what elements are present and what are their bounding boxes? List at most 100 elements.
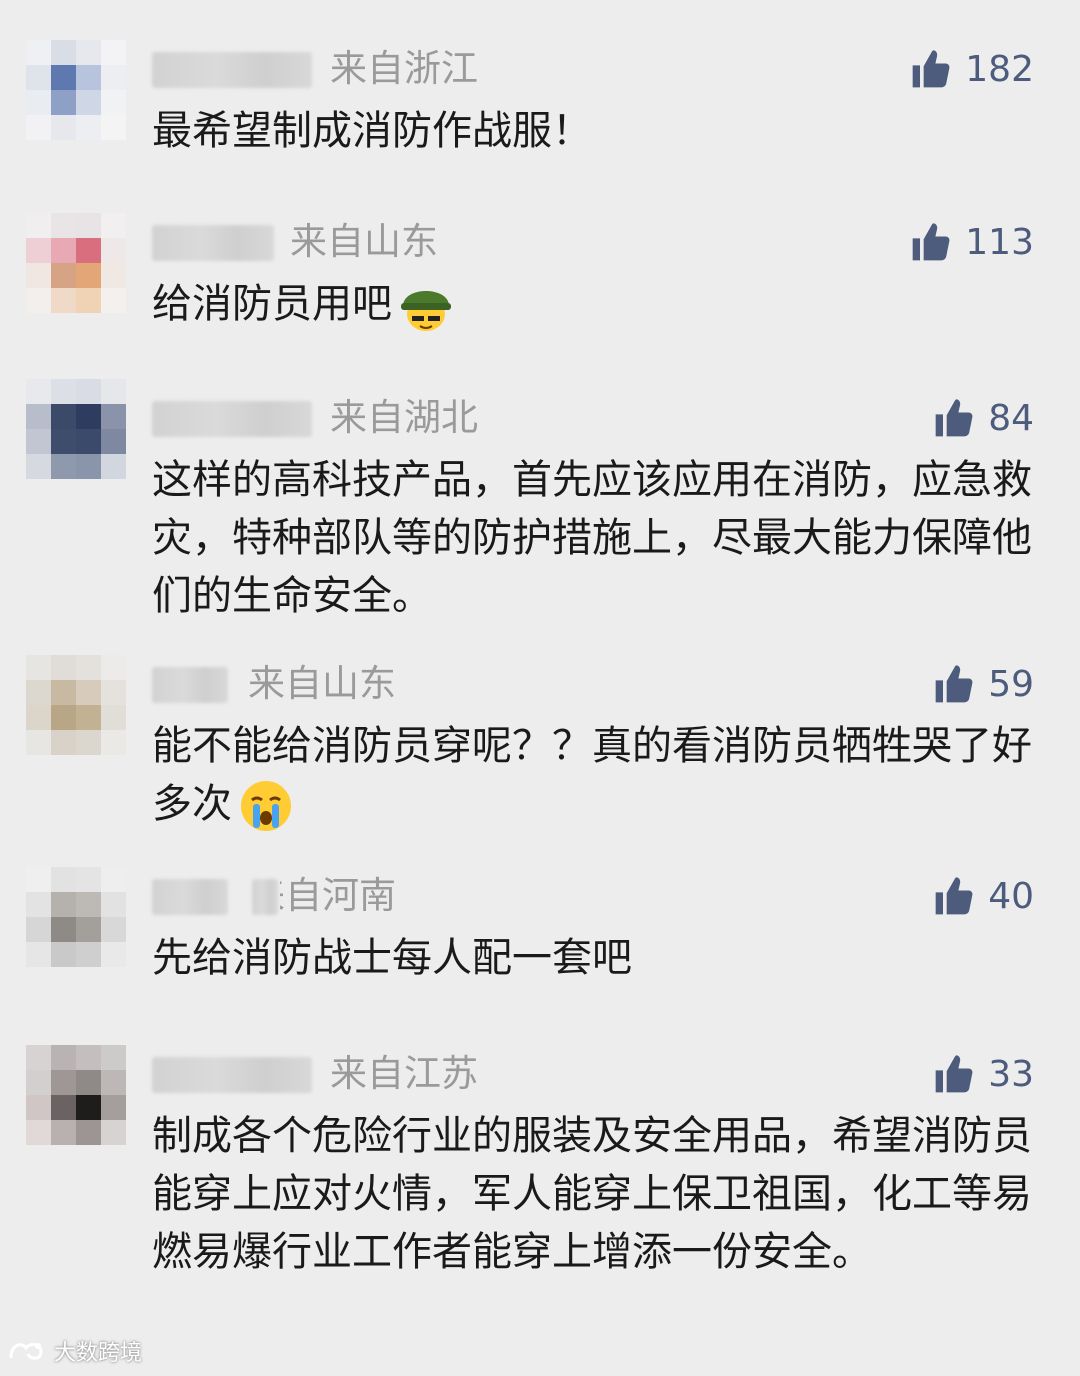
avatar-pixel bbox=[51, 705, 76, 730]
avatar-pixel bbox=[101, 379, 126, 404]
username-blurred[interactable] bbox=[152, 1057, 312, 1093]
like-button[interactable]: 33 bbox=[932, 1045, 1034, 1103]
avatar-pixel bbox=[51, 892, 76, 917]
avatar-pixel bbox=[26, 892, 51, 917]
avatar-pixel bbox=[26, 917, 51, 942]
like-button[interactable]: 84 bbox=[932, 389, 1034, 447]
avatar-pixel bbox=[76, 917, 101, 942]
avatar-pixel bbox=[76, 65, 101, 90]
avatar-pixel bbox=[26, 40, 51, 65]
username-blurred[interactable] bbox=[152, 401, 312, 437]
avatar-pixel bbox=[76, 1070, 101, 1095]
avatar-pixel bbox=[76, 404, 101, 429]
username-blurred[interactable] bbox=[152, 667, 228, 703]
avatar-pixel bbox=[51, 917, 76, 942]
avatar-pixel bbox=[101, 705, 126, 730]
username-blurred[interactable] bbox=[152, 225, 274, 261]
avatar-pixel bbox=[101, 1120, 126, 1145]
region-label: 来自山东 bbox=[290, 220, 438, 263]
like-count: 40 bbox=[988, 875, 1034, 917]
username-blurred[interactable] bbox=[152, 879, 228, 915]
username-blurred[interactable] bbox=[152, 52, 312, 88]
thumbs-up-icon bbox=[912, 223, 950, 261]
avatar-pixel bbox=[26, 680, 51, 705]
avatar-pixel bbox=[76, 1045, 101, 1070]
avatar-pixel bbox=[101, 730, 126, 755]
thumbs-up-icon bbox=[935, 665, 973, 703]
avatar-pixel bbox=[76, 429, 101, 454]
avatar-pixel bbox=[51, 90, 76, 115]
avatar-pixel bbox=[26, 115, 51, 140]
like-button[interactable]: 40 bbox=[932, 867, 1034, 925]
avatar-pixel bbox=[51, 263, 76, 288]
avatar-pixel bbox=[76, 705, 101, 730]
avatar-pixel bbox=[51, 655, 76, 680]
avatar-pixel bbox=[26, 1095, 51, 1120]
watermark-logo-icon bbox=[9, 1343, 43, 1360]
avatar-pixel bbox=[26, 429, 51, 454]
thumbs-up-icon bbox=[935, 1055, 973, 1093]
avatar-pixel bbox=[101, 263, 126, 288]
avatar-pixel bbox=[51, 65, 76, 90]
avatar-pixel bbox=[26, 65, 51, 90]
like-button[interactable]: 59 bbox=[932, 655, 1034, 713]
avatar[interactable] bbox=[26, 213, 126, 313]
avatar-pixel bbox=[26, 730, 51, 755]
avatar[interactable] bbox=[26, 655, 126, 755]
avatar-pixel bbox=[26, 1045, 51, 1070]
avatar-pixel bbox=[51, 1045, 76, 1070]
avatar-pixel bbox=[76, 40, 101, 65]
username-blurred[interactable] bbox=[252, 879, 278, 915]
avatar-pixel bbox=[76, 867, 101, 892]
avatar-pixel bbox=[101, 213, 126, 238]
thumbs-up-icon bbox=[912, 50, 950, 88]
like-count: 84 bbox=[988, 397, 1034, 439]
region-label: 来自山东 bbox=[248, 662, 396, 705]
like-button[interactable]: 182 bbox=[909, 40, 1034, 98]
avatar[interactable] bbox=[26, 40, 126, 140]
like-count: 182 bbox=[965, 48, 1034, 90]
helmet-emoji bbox=[396, 276, 456, 336]
avatar-pixel bbox=[101, 1045, 126, 1070]
avatar-pixel bbox=[51, 1095, 76, 1120]
avatar-pixel bbox=[76, 942, 101, 967]
avatar[interactable] bbox=[26, 379, 126, 479]
comment-text: 先给消防战士每人配一套吧 bbox=[152, 935, 632, 981]
avatar-pixel bbox=[26, 263, 51, 288]
avatar-pixel bbox=[101, 40, 126, 65]
avatar-pixel bbox=[76, 655, 101, 680]
avatar-pixel bbox=[26, 404, 51, 429]
avatar-pixel bbox=[26, 705, 51, 730]
avatar-pixel bbox=[51, 454, 76, 479]
avatar-pixel bbox=[51, 40, 76, 65]
avatar-pixel bbox=[76, 238, 101, 263]
avatar-pixel bbox=[51, 1070, 76, 1095]
avatar-pixel bbox=[101, 115, 126, 140]
avatar-pixel bbox=[76, 288, 101, 313]
avatar[interactable] bbox=[26, 1045, 126, 1145]
avatar-pixel bbox=[101, 65, 126, 90]
avatar-pixel bbox=[76, 730, 101, 755]
avatar-pixel bbox=[51, 867, 76, 892]
thumbs-up-icon bbox=[935, 399, 973, 437]
avatar-pixel bbox=[76, 115, 101, 140]
comment-text: 这样的高科技产品，首先应该应用在消防，应急救灾，特种部队等的防护措施上，尽最大能… bbox=[152, 457, 1032, 619]
region-label: 来自江苏 bbox=[330, 1052, 478, 1095]
like-button[interactable]: 113 bbox=[909, 213, 1034, 271]
avatar-pixel bbox=[51, 238, 76, 263]
comment-text: 给消防员用吧 bbox=[152, 275, 1032, 336]
region-label: 来自浙江 bbox=[330, 47, 478, 90]
avatar-pixel bbox=[51, 379, 76, 404]
avatar-pixel bbox=[76, 263, 101, 288]
like-count: 59 bbox=[988, 663, 1034, 705]
avatar-pixel bbox=[26, 238, 51, 263]
avatar-pixel bbox=[76, 379, 101, 404]
avatar-pixel bbox=[101, 238, 126, 263]
avatar-pixel bbox=[51, 213, 76, 238]
avatar-pixel bbox=[51, 404, 76, 429]
avatar-pixel bbox=[51, 942, 76, 967]
avatar[interactable] bbox=[26, 867, 126, 967]
avatar-pixel bbox=[101, 655, 126, 680]
avatar-pixel bbox=[51, 288, 76, 313]
like-count: 33 bbox=[988, 1053, 1034, 1095]
